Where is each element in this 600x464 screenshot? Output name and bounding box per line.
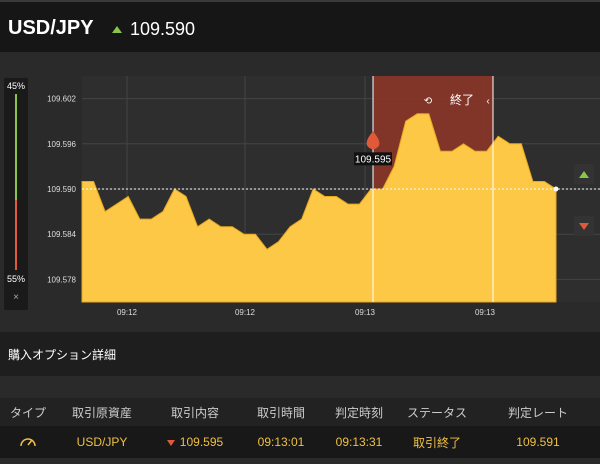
price-chart: 109.602 109.596 109.590 109.584 109.578 09:1… bbox=[47, 76, 600, 317]
col-type: タイプ bbox=[9, 405, 46, 420]
status-cell: 取引終了 bbox=[412, 435, 461, 450]
x-tick-label: 09:12 bbox=[117, 308, 138, 317]
timer-icon bbox=[20, 437, 36, 446]
asset-cell: USD/JPY bbox=[76, 435, 128, 449]
judge-time-cell: 09:13:31 bbox=[335, 435, 383, 449]
table-header: タイプ 取引原資産 取引内容 取引時間 判定時刻 ステータス 判定レート bbox=[0, 398, 600, 426]
col-judge-time: 判定時刻 bbox=[334, 405, 383, 420]
currency-pair[interactable]: USD/JPY bbox=[8, 17, 94, 40]
content-value: 109.595 bbox=[179, 435, 224, 449]
col-status: ステータス bbox=[406, 405, 467, 420]
purchase-details-section: 購入オプション詳細 bbox=[0, 332, 600, 376]
current-price-dot bbox=[553, 186, 559, 192]
chart-area: 45% 55% × 109.602 109.596 109.590 109.584 10… bbox=[0, 52, 600, 324]
purchase-table: タイプ 取引原資産 取引内容 取引時間 判定時刻 ステータス 判定レート USD… bbox=[0, 398, 600, 458]
y-tick-label: 109.602 bbox=[47, 95, 76, 104]
price-display: 109.590 bbox=[112, 19, 195, 40]
col-asset: 取引原資産 bbox=[71, 405, 132, 420]
y-tick-label: 109.590 bbox=[47, 185, 76, 194]
x-tick-label: 09:13 bbox=[355, 308, 376, 317]
low-button[interactable] bbox=[574, 216, 594, 236]
down-arrow-icon bbox=[579, 222, 589, 230]
trade-time-cell: 09:13:01 bbox=[257, 435, 305, 449]
x-tick-label: 09:12 bbox=[235, 308, 256, 317]
rate-cell: 109.591 bbox=[516, 435, 560, 449]
down-arrow-icon bbox=[166, 439, 175, 446]
expiry-chevron-icon: ‹ bbox=[486, 96, 489, 107]
timer-icon: ⟲ bbox=[424, 96, 433, 107]
y-axis-labels: 109.602 109.596 109.590 109.584 109.578 bbox=[47, 95, 76, 285]
section-title: 購入オプション詳細 bbox=[8, 348, 117, 362]
entry-price-label: 109.595 bbox=[355, 154, 392, 165]
expiry-label: 終了 bbox=[450, 92, 474, 107]
high-button[interactable] bbox=[574, 164, 594, 184]
x-tick-label: 09:13 bbox=[475, 308, 496, 317]
y-tick-label: 109.584 bbox=[47, 230, 76, 239]
x-axis-labels: 09:12 09:12 09:13 09:13 bbox=[117, 308, 496, 317]
content-cell: 109.595 bbox=[148, 435, 242, 449]
y-tick-label: 109.596 bbox=[47, 140, 76, 149]
header: USD/JPY 109.590 bbox=[0, 0, 600, 52]
up-arrow-icon bbox=[579, 170, 589, 178]
y-tick-label: 109.578 bbox=[47, 275, 76, 284]
current-price: 109.590 bbox=[130, 19, 196, 39]
up-arrow-icon bbox=[112, 26, 122, 33]
type-cell bbox=[0, 434, 56, 451]
col-content: 取引内容 bbox=[170, 405, 219, 420]
col-trade-time: 取引時間 bbox=[256, 405, 305, 420]
table-row[interactable]: USD/JPY 109.595 09:13:01 09:13:31 取引終了 1… bbox=[0, 426, 600, 458]
col-rate: 判定レート bbox=[507, 405, 568, 420]
